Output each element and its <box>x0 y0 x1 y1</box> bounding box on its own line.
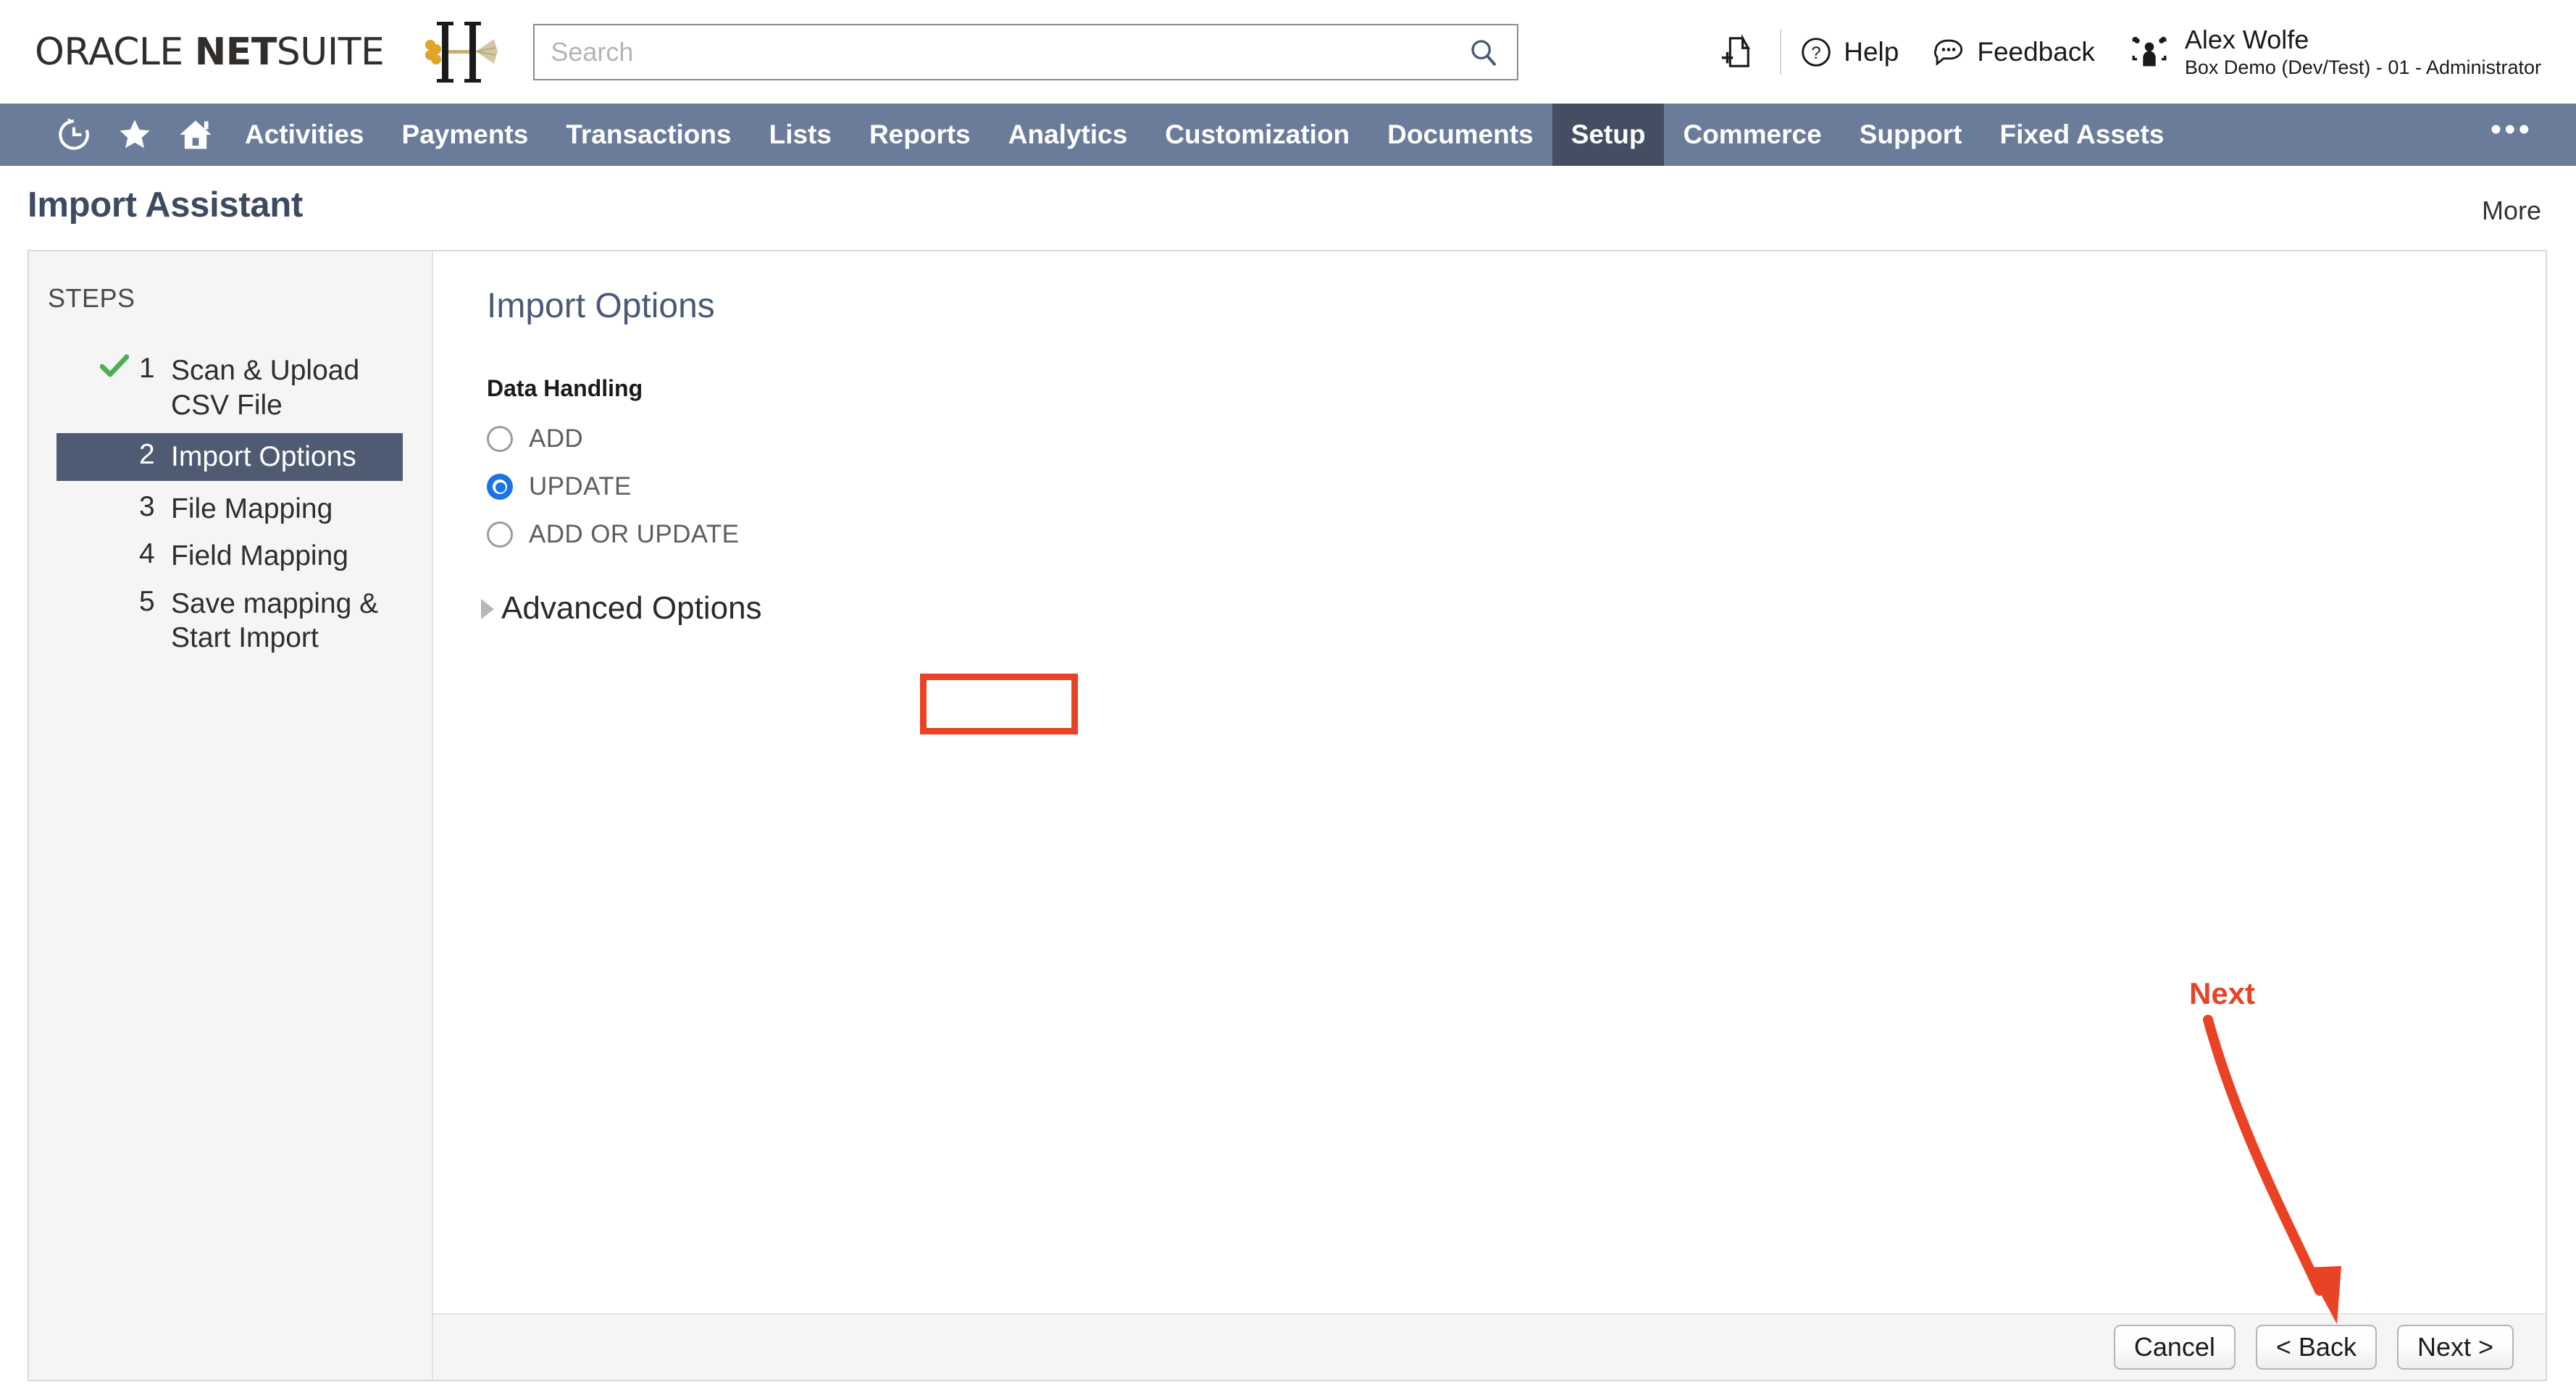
radio-circle-selected-icon[interactable] <box>487 474 513 500</box>
speech-bubble-icon[interactable] <box>1932 36 1965 68</box>
nav-item-fixed-assets[interactable]: Fixed Assets <box>1981 104 2183 166</box>
nav-item-support[interactable]: Support <box>1841 104 1981 166</box>
nav-item-documents[interactable]: Documents <box>1368 104 1552 166</box>
radio-option-add-or-update[interactable]: ADD OR UPDATE <box>487 511 750 558</box>
next-button[interactable]: Next > <box>2396 1325 2514 1370</box>
sidebar-step-import-options[interactable]: 2 Import Options <box>57 433 403 481</box>
nav-item-setup[interactable]: Setup <box>1552 104 1665 166</box>
steps-sidebar: STEPS 1 Scan & Upload CSV File 2 Import … <box>29 251 433 1380</box>
recent-history-button[interactable] <box>43 104 104 166</box>
favorites-button[interactable] <box>104 104 165 166</box>
step-number: 4 <box>139 538 155 570</box>
nav-item-lists[interactable]: Lists <box>750 104 850 166</box>
content-body: Import Options Data Handling ADD UPDATE … <box>433 251 2546 1313</box>
user-account-menu[interactable]: Alex Wolfe Box Demo (Dev/Test) - 01 - Ad… <box>2128 23 2541 80</box>
hive-h-logo-svg <box>425 21 498 83</box>
nav-overflow-menu-icon[interactable]: ••• <box>2491 104 2533 166</box>
nav-item-reports[interactable]: Reports <box>850 104 990 166</box>
triangle-right-icon[interactable] <box>481 599 494 619</box>
more-link[interactable]: More <box>2482 196 2541 226</box>
user-name: Alex Wolfe <box>2184 25 2309 55</box>
steps-heading: STEPS <box>48 283 135 313</box>
home-button[interactable] <box>165 104 226 166</box>
search-input[interactable] <box>535 25 1518 79</box>
data-handling-radio-group: ADD UPDATE ADD OR UPDATE <box>487 415 2546 558</box>
users-group-icon <box>2132 36 2167 66</box>
logo-net-text: NET <box>194 30 277 74</box>
search-icon[interactable] <box>1469 38 1498 67</box>
import-assistant-panel: STEPS 1 Scan & Upload CSV File 2 Import … <box>28 250 2547 1381</box>
sidebar-step-file-mapping[interactable]: 3 File Mapping <box>29 485 432 533</box>
main-navigation-bar: Activities Payments Transactions Lists R… <box>0 104 2576 166</box>
radio-option-add[interactable]: ADD <box>487 415 595 463</box>
star-favorites-icon[interactable] <box>116 116 154 154</box>
step-label: File Mapping <box>171 493 333 524</box>
step-number: 5 <box>139 585 155 617</box>
step-label: Field Mapping <box>171 540 348 572</box>
advanced-options-toggle[interactable]: Advanced Options <box>481 590 762 627</box>
advanced-options-label: Advanced Options <box>501 590 762 626</box>
svg-text:?: ? <box>1812 43 1821 63</box>
radio-circle-icon[interactable] <box>487 521 513 548</box>
help-circle-icon[interactable]: ? <box>1800 36 1832 68</box>
nav-item-commerce[interactable]: Commerce <box>1664 104 1840 166</box>
add-page-icon[interactable] <box>1719 33 1752 71</box>
home-icon[interactable] <box>177 116 214 154</box>
step-label: Scan & Upload CSV File <box>171 355 360 421</box>
logo-suite-text: SUITE <box>276 30 385 74</box>
user-role: Box Demo (Dev/Test) - 01 - Administrator <box>2184 56 2541 79</box>
top-bar: ORACLE NETSUITE Search ? Help Feedback A… <box>0 0 2576 104</box>
global-search[interactable] <box>533 23 1519 80</box>
radio-option-update[interactable]: UPDATE <box>487 463 643 511</box>
page-title: Import Assistant <box>28 185 303 225</box>
radio-label-update: UPDATE <box>529 472 632 500</box>
nav-item-analytics[interactable]: Analytics <box>990 104 1147 166</box>
content-heading: Import Options <box>487 287 715 325</box>
sidebar-step-scan-upload-csv-file[interactable]: 1 Scan & Upload CSV File <box>29 347 432 429</box>
feedback-label: Feedback <box>1977 36 2095 67</box>
data-handling-label: Data Handling <box>487 375 643 401</box>
nav-item-transactions[interactable]: Transactions <box>547 104 750 166</box>
recent-history-icon[interactable] <box>56 117 92 153</box>
radio-label-add-or-update: ADD OR UPDATE <box>529 520 740 548</box>
step-label: Save mapping & Start Import <box>171 587 379 654</box>
update-highlight-annotation <box>920 674 1078 734</box>
radio-label-add: ADD <box>529 424 584 453</box>
nav-item-activities[interactable]: Activities <box>226 104 383 166</box>
cancel-button[interactable]: Cancel <box>2113 1325 2236 1370</box>
topbar-divider <box>1780 29 1782 75</box>
topbar-right-group: ? Help Feedback Alex Wolfe Box Demo (Dev… <box>1710 0 2541 104</box>
nav-item-payments[interactable]: Payments <box>383 104 548 166</box>
oracle-netsuite-logo[interactable]: ORACLE NETSUITE <box>35 30 385 74</box>
step-label: Import Options <box>171 441 356 473</box>
back-button[interactable]: < Back <box>2255 1325 2377 1370</box>
check-icon <box>100 354 129 377</box>
user-info: Alex Wolfe Box Demo (Dev/Test) - 01 - Ad… <box>2185 23 2541 80</box>
wizard-footer: Cancel < Back Next > <box>433 1313 2546 1380</box>
feedback-button[interactable]: Feedback <box>1932 36 2095 68</box>
help-button[interactable]: ? Help <box>1800 36 1899 68</box>
import-options-content: Import Options Data Handling ADD UPDATE … <box>433 251 2546 1380</box>
step-number: 1 <box>139 353 155 384</box>
sidebar-step-field-mapping[interactable]: 4 Field Mapping <box>29 532 432 580</box>
sidebar-step-save-mapping-start-import[interactable]: 5 Save mapping & Start Import <box>29 580 432 662</box>
help-label: Help <box>1844 36 1899 67</box>
add-page-button[interactable] <box>1710 27 1761 78</box>
step-number: 3 <box>139 490 155 522</box>
radio-circle-icon[interactable] <box>487 426 513 452</box>
step-number: 2 <box>139 439 155 471</box>
logo-oracle-text: ORACLE <box>35 30 183 74</box>
nav-item-customization[interactable]: Customization <box>1146 104 1368 166</box>
hive-h-logo-icon <box>423 17 501 87</box>
